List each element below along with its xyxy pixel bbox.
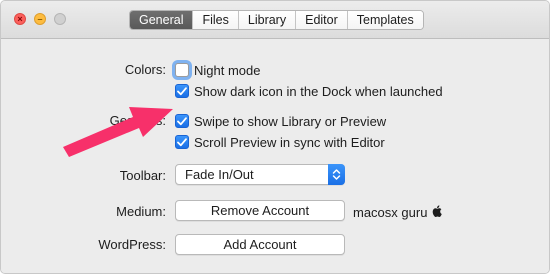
annotation-arrow-icon xyxy=(63,107,173,157)
apple-icon xyxy=(432,205,443,221)
up-down-arrows-icon xyxy=(328,164,345,185)
dark-dock-icon-label: Show dark icon in the Dock when launched xyxy=(194,83,443,99)
general-pane: Colors: Night mode Show dark icon in the… xyxy=(1,39,549,273)
add-account-button[interactable]: Add Account xyxy=(175,234,345,255)
toolbar-label: Toolbar: xyxy=(119,168,166,183)
tab-library[interactable]: Library xyxy=(238,11,297,29)
medium-account: macosx guru xyxy=(353,205,443,221)
night-mode-checkbox[interactable]: Night mode xyxy=(175,61,260,79)
tab-general[interactable]: General xyxy=(130,11,194,29)
preferences-tabs: General Files Library Editor Templates xyxy=(129,10,424,30)
checkbox-unchecked-icon xyxy=(175,63,189,77)
zoom-window-button xyxy=(54,13,66,25)
tab-files[interactable]: Files xyxy=(193,11,239,29)
close-icon: × xyxy=(17,14,23,24)
medium-account-name: macosx guru xyxy=(353,205,428,220)
close-window-button[interactable]: × xyxy=(14,13,26,25)
night-mode-label: Night mode xyxy=(194,62,261,78)
scroll-sync-checkbox[interactable]: Scroll Preview in sync with Editor xyxy=(175,133,385,151)
tab-templates[interactable]: Templates xyxy=(347,11,423,29)
colors-label: Colors: xyxy=(124,62,166,77)
medium-label: Medium: xyxy=(116,204,166,219)
preferences-window: × – General Files Library Editor Templat… xyxy=(0,0,550,274)
tab-editor[interactable]: Editor xyxy=(296,11,348,29)
minimize-window-button[interactable]: – xyxy=(34,13,46,25)
remove-account-button[interactable]: Remove Account xyxy=(175,200,345,221)
toolbar-select-value: Fade In/Out xyxy=(185,167,254,182)
titlebar: × – General Files Library Editor Templat… xyxy=(1,1,549,39)
wordpress-label: WordPress: xyxy=(98,237,166,252)
dark-dock-icon-checkbox[interactable]: Show dark icon in the Dock when launched xyxy=(175,82,443,100)
minimize-icon: – xyxy=(37,14,43,24)
swipe-library-checkbox[interactable]: Swipe to show Library or Preview xyxy=(175,112,386,130)
scroll-sync-label: Scroll Preview in sync with Editor xyxy=(194,134,385,150)
swipe-library-label: Swipe to show Library or Preview xyxy=(194,113,387,129)
toolbar-select[interactable]: Fade In/Out xyxy=(175,164,345,185)
